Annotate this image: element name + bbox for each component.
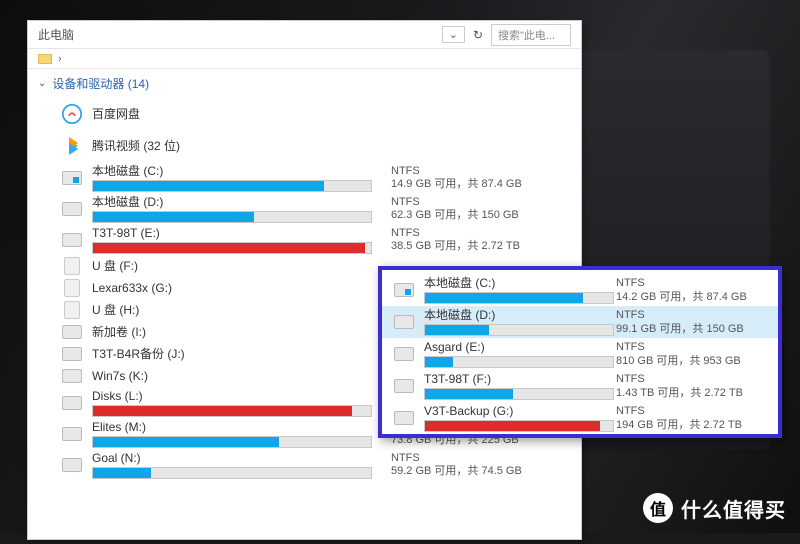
overlay-drive-item[interactable]: V3T-Backup (G:) NTFS194 GB 可用，共 2.72 TB — [382, 402, 778, 434]
overlay-drive-item[interactable]: Asgard (E:) NTFS810 GB 可用，共 953 GB — [382, 338, 778, 370]
drive-item[interactable]: 本地磁盘 (C:) NTFS14.9 GB 可用，共 87.4 GB — [28, 162, 581, 193]
capacity-bar — [92, 180, 372, 192]
app-item[interactable]: 百度网盘 — [28, 98, 581, 130]
drive-fs: NTFS — [616, 308, 766, 322]
capacity-bar — [92, 242, 372, 254]
drive-label: Disks (L:) — [92, 388, 381, 404]
app-item[interactable]: 腾讯视频 (32 位) — [28, 130, 581, 162]
watermark-badge: 值 — [643, 493, 673, 523]
drive-label: V3T-Backup (G:) — [424, 404, 606, 419]
overlay-drive-item[interactable]: 本地磁盘 (D:) NTFS99.1 GB 可用，共 150 GB — [382, 306, 778, 338]
drive-free: 14.2 GB 可用，共 87.4 GB — [616, 290, 766, 304]
drive-free: 99.1 GB 可用，共 150 GB — [616, 322, 766, 336]
watermark: 值 什么值得买 — [643, 493, 786, 523]
watermark-text: 什么值得买 — [681, 494, 786, 523]
drive-fs: NTFS — [616, 372, 766, 386]
breadcrumb-sep: › — [58, 53, 62, 65]
capacity-bar — [424, 324, 614, 336]
hard-drive-icon — [62, 322, 82, 342]
path-title[interactable]: 此电脑 — [38, 26, 74, 43]
drive-free: 62.3 GB 可用，共 150 GB — [391, 208, 571, 222]
app-label: 百度网盘 — [92, 106, 140, 122]
drive-free: 194 GB 可用，共 2.72 TB — [616, 418, 766, 432]
drive-fs: NTFS — [391, 227, 571, 239]
drive-label: U 盘 (H:) — [92, 302, 381, 318]
drive-item[interactable]: Goal (N:) NTFS59.2 GB 可用，共 74.5 GB — [28, 449, 581, 480]
toolbar-right: ⌄ ↻ 搜索"此电... — [442, 24, 571, 46]
drive-label: Win7s (K:) — [92, 368, 381, 384]
drive-label: 本地磁盘 (D:) — [424, 308, 606, 323]
drive-free: 38.5 GB 可用，共 2.72 TB — [391, 239, 571, 253]
chevron-down-icon: ⌄ — [38, 78, 46, 89]
capacity-bar — [92, 211, 372, 223]
hard-drive-icon — [62, 455, 82, 475]
drive-label: 新加卷 (I:) — [92, 324, 381, 340]
capacity-bar — [424, 420, 614, 432]
section-title: 设备和驱动器 (14) — [52, 75, 149, 92]
drive-free: 1.43 TB 可用，共 2.72 TB — [616, 386, 766, 400]
drive-free: 59.2 GB 可用，共 74.5 GB — [391, 464, 571, 478]
overlay-drive-item[interactable]: 本地磁盘 (C:) NTFS14.2 GB 可用，共 87.4 GB — [382, 274, 778, 306]
drive-label: Lexar633x (G:) — [92, 280, 381, 296]
overlay-drive-item[interactable]: T3T-98T (F:) NTFS1.43 TB 可用，共 2.72 TB — [382, 370, 778, 402]
drive-label: T3T-98T (E:) — [92, 225, 381, 241]
hard-drive-icon — [62, 344, 82, 364]
hard-drive-icon — [62, 424, 82, 444]
capacity-bar — [424, 388, 614, 400]
baidu-icon — [62, 104, 82, 124]
toolbar: 此电脑 ⌄ ↻ 搜索"此电... — [28, 21, 581, 49]
drive-fs: NTFS — [391, 165, 571, 177]
hard-drive-icon — [394, 283, 414, 297]
drive-label: Elites (M:) — [92, 419, 381, 435]
drive-label: U 盘 (F:) — [92, 258, 381, 274]
overlay-panel: 本地磁盘 (C:)NTFS14.2 GB 可用，共 87.4 GB本地磁盘 (D… — [378, 266, 782, 438]
drive-label: Asgard (E:) — [424, 340, 606, 355]
capacity-bar — [92, 405, 372, 417]
hard-drive-icon — [394, 315, 414, 329]
breadcrumb[interactable]: › — [28, 49, 581, 69]
drive-label: Goal (N:) — [92, 450, 381, 466]
hard-drive-icon — [62, 199, 82, 219]
view-dropdown[interactable]: ⌄ — [442, 26, 465, 43]
drive-free: 14.9 GB 可用，共 87.4 GB — [391, 177, 571, 191]
tencent-video-icon — [62, 136, 82, 156]
refresh-icon[interactable]: ↻ — [469, 28, 487, 42]
search-input[interactable]: 搜索"此电... — [491, 24, 571, 46]
drive-label: T3T-B4R备份 (J:) — [92, 346, 381, 362]
usb-drive-icon — [62, 300, 82, 320]
usb-drive-icon — [62, 256, 82, 276]
drive-label: 本地磁盘 (C:) — [92, 163, 381, 179]
drive-fs: NTFS — [616, 340, 766, 354]
hard-drive-icon — [394, 379, 414, 393]
drive-fs: NTFS — [616, 404, 766, 418]
capacity-bar — [424, 356, 614, 368]
drive-item[interactable]: T3T-98T (E:) NTFS38.5 GB 可用，共 2.72 TB — [28, 224, 581, 255]
capacity-bar — [92, 467, 372, 479]
hard-drive-icon — [62, 168, 82, 188]
drive-fs: NTFS — [391, 452, 571, 464]
hard-drive-icon — [62, 366, 82, 386]
app-label: 腾讯视频 (32 位) — [92, 138, 180, 154]
drive-label: 本地磁盘 (D:) — [92, 194, 381, 210]
drive-fs: NTFS — [391, 196, 571, 208]
usb-drive-icon — [62, 278, 82, 298]
folder-icon — [38, 54, 52, 64]
section-header[interactable]: ⌄ 设备和驱动器 (14) — [28, 69, 581, 98]
hard-drive-icon — [394, 411, 414, 425]
drive-fs: NTFS — [616, 276, 766, 290]
drive-free: 810 GB 可用，共 953 GB — [616, 354, 766, 368]
hard-drive-icon — [394, 347, 414, 361]
capacity-bar — [92, 436, 372, 448]
hard-drive-icon — [62, 393, 82, 413]
drive-label: 本地磁盘 (C:) — [424, 276, 606, 291]
capacity-bar — [424, 292, 614, 304]
hard-drive-icon — [62, 230, 82, 250]
drive-label: T3T-98T (F:) — [424, 372, 606, 387]
drive-item[interactable]: 本地磁盘 (D:) NTFS62.3 GB 可用，共 150 GB — [28, 193, 581, 224]
